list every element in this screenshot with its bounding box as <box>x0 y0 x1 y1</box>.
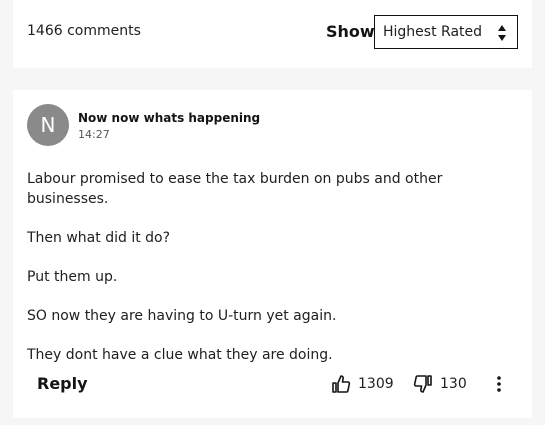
comments-count: 1466 comments <box>27 23 141 39</box>
reply-button[interactable]: Reply <box>37 374 88 393</box>
thumbs-down-icon <box>413 375 432 393</box>
comment-paragraph: Then what did it do? <box>27 230 171 246</box>
comment-paragraph: SO now they are having to U-turn yet aga… <box>27 308 337 324</box>
comments-header: 1466 comments Show Highest Rated <box>13 0 532 68</box>
comment-time: 14:27 <box>78 128 110 141</box>
upvote-button[interactable]: 1309 <box>331 370 394 398</box>
downvote-count: 130 <box>440 376 467 392</box>
comment-paragraph: They dont have a clue what they are doin… <box>27 347 333 363</box>
comment-paragraph: Put them up. <box>27 269 118 285</box>
comment-card: N Now now whats happening 14:27 Labour p… <box>13 90 532 418</box>
comment-body: Labour promised to ease the tax burden o… <box>27 169 522 384</box>
comment-author[interactable]: Now now whats happening <box>78 111 260 125</box>
show-label: Show <box>326 22 375 41</box>
sort-arrows-icon <box>498 25 506 41</box>
sort-select[interactable]: Highest Rated <box>374 15 518 49</box>
comment-paragraph: Labour promised to ease the tax burden o… <box>27 171 443 207</box>
upvote-count: 1309 <box>358 376 394 392</box>
sort-selected-value: Highest Rated <box>383 24 483 40</box>
downvote-button[interactable]: 130 <box>413 370 467 398</box>
more-vertical-icon[interactable] <box>491 374 507 394</box>
thumbs-up-icon <box>332 375 351 393</box>
avatar: N <box>27 104 69 146</box>
